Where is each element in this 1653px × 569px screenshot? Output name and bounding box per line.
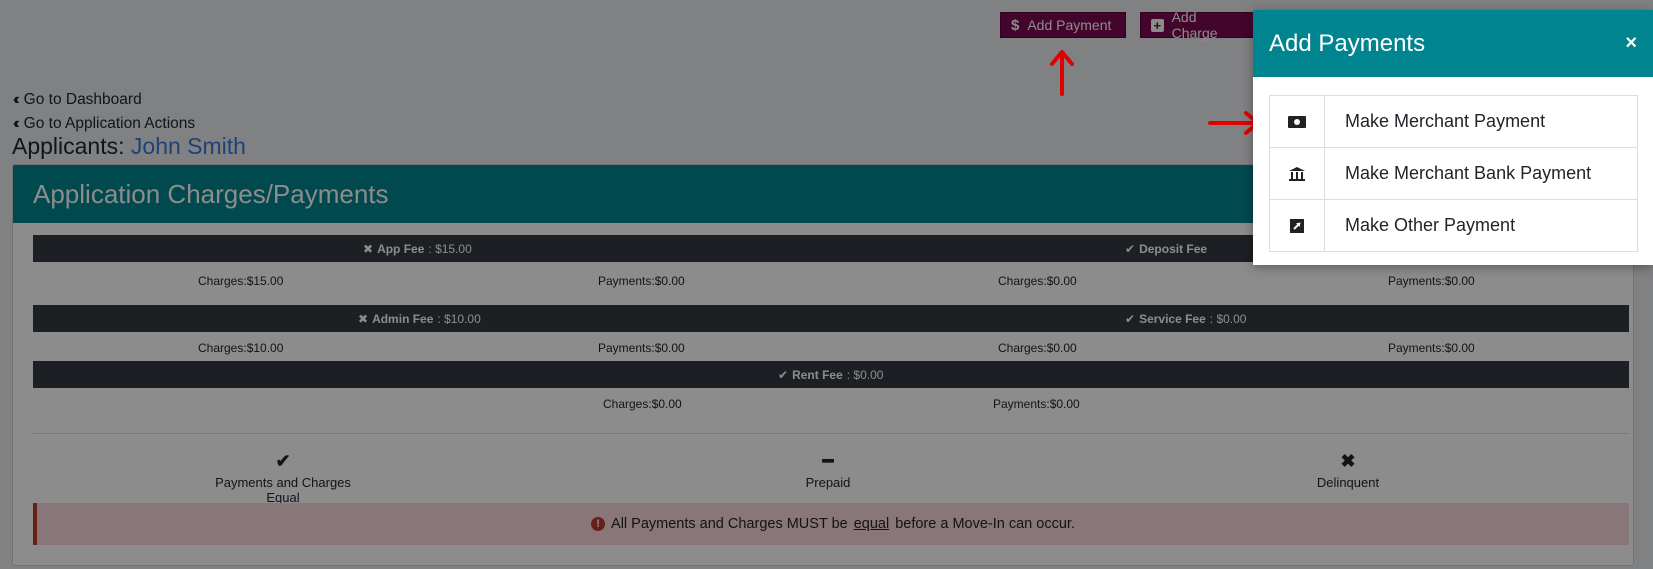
red-arrow-up-icon	[1050, 50, 1074, 96]
option-label: Make Other Payment	[1345, 215, 1516, 235]
make-merchant-payment-option[interactable]: Make Merchant Payment	[1270, 96, 1637, 148]
make-other-payment-option[interactable]: Make Other Payment	[1270, 200, 1637, 251]
add-payments-modal: Add Payments × Make Merchant Payment Mak…	[1253, 10, 1653, 265]
option-label: Make Merchant Bank Payment	[1345, 163, 1592, 183]
close-icon[interactable]: ×	[1625, 32, 1637, 55]
payment-options-list: Make Merchant Payment Make Merchant Bank…	[1269, 95, 1638, 252]
external-link-icon	[1270, 200, 1325, 251]
bank-icon	[1270, 148, 1325, 199]
modal-header: Add Payments ×	[1253, 10, 1653, 77]
page: $ Add Payment + Add Charge ‹‹ Go to Dash…	[0, 0, 1653, 569]
modal-title: Add Payments	[1269, 29, 1426, 57]
make-merchant-bank-payment-option[interactable]: Make Merchant Bank Payment	[1270, 148, 1637, 200]
option-label: Make Merchant Payment	[1345, 111, 1546, 131]
money-bill-icon	[1270, 96, 1325, 147]
